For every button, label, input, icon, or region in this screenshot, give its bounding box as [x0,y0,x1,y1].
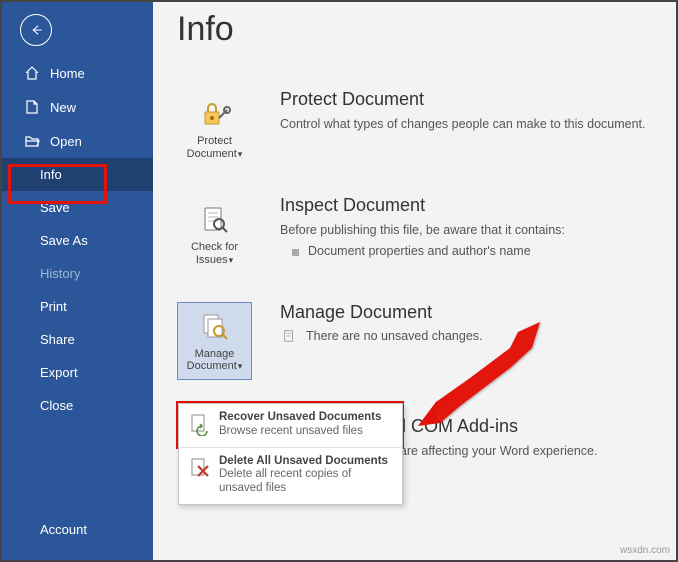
watermark: wsxdn.com [620,545,670,556]
delete-all-unsaved-documents-item[interactable]: Delete All Unsaved Documents Delete all … [179,447,402,504]
sidebar-item-share[interactable]: Share [2,323,153,356]
protect-document-button[interactable]: Protect Document▾ [177,89,252,167]
section-manage-document: Manage Document▾ Manage Document There a… [177,302,652,380]
dropdown-item-title: Delete All Unsaved Documents [219,455,394,469]
section-desc: Before publishing this file, be aware th… [280,222,652,239]
sidebar-item-print[interactable]: Print [2,290,153,323]
sidebar-item-label: Export [40,365,78,380]
section-inspect-document: Check for Issues▾ Inspect Document Befor… [177,195,652,273]
sidebar-item-save-as[interactable]: Save As [2,224,153,257]
inspect-bullet: Document properties and author's name [280,244,652,258]
sidebar-item-label: New [50,100,76,115]
dropdown-item-title: Recover Unsaved Documents [219,411,381,425]
sidebar-item-label: Print [40,299,67,314]
sidebar-item-label: History [40,266,80,281]
section-title: Protect Document [280,89,652,110]
sidebar-item-info[interactable]: Info [2,158,153,191]
manage-status-row: There are no unsaved changes. [280,329,652,343]
status-text: There are no unsaved changes. [306,329,483,343]
back-button[interactable] [20,14,52,46]
button-label: Protect Document [187,135,237,160]
back-arrow-icon [29,23,43,37]
lock-key-icon [198,97,232,131]
section-desc: Control what types of changes people can… [280,116,652,133]
sidebar-item-label: Share [40,332,75,347]
home-icon [24,65,40,81]
recover-icon [187,411,213,437]
manage-document-button[interactable]: Manage Document▾ [177,302,252,380]
sidebar-item-history: History [2,257,153,290]
sidebar-item-open[interactable]: Open [2,124,153,158]
open-icon [24,133,40,149]
section-protect-document: Protect Document▾ Protect Document Contr… [177,89,652,167]
sidebar-item-export[interactable]: Export [2,356,153,389]
sidebar-item-new[interactable]: New [2,90,153,124]
sidebar-item-label: Info [40,167,62,182]
manage-document-dropdown: Recover Unsaved Documents Browse recent … [178,403,403,505]
sidebar-item-save[interactable]: Save [2,191,153,224]
sidebar-item-label: Account [40,522,87,537]
button-label: Manage Document [187,348,237,373]
page-title: Info [177,10,652,49]
inspect-icon [198,203,232,237]
sidebar-item-label: Save [40,200,70,215]
sidebar-item-home[interactable]: Home [2,56,153,90]
backstage-sidebar: Home New Open Info Save Save As History … [2,2,153,560]
bullet-text: Document properties and author's name [308,244,531,258]
delete-icon [187,455,213,481]
sidebar-item-account[interactable]: Account [2,513,153,546]
document-icon [282,329,296,343]
recover-unsaved-documents-item[interactable]: Recover Unsaved Documents Browse recent … [179,404,402,447]
chevron-down-icon: ▾ [238,361,243,371]
sidebar-item-label: Save As [40,233,88,248]
new-icon [24,99,40,115]
section-title: Manage Document [280,302,652,323]
dropdown-item-sub: Browse recent unsaved files [219,425,381,439]
sidebar-item-label: Open [50,134,82,149]
dropdown-item-sub: Delete all recent copies of unsaved file… [219,468,394,496]
sidebar-item-close[interactable]: Close [2,389,153,422]
section-title: Inspect Document [280,195,652,216]
chevron-down-icon: ▾ [229,255,234,265]
chevron-down-icon: ▾ [238,149,243,159]
check-for-issues-button[interactable]: Check for Issues▾ [177,195,252,273]
manage-document-icon [198,310,232,344]
bullet-icon [292,249,299,256]
sidebar-item-label: Home [50,66,85,81]
sidebar-item-label: Close [40,398,73,413]
